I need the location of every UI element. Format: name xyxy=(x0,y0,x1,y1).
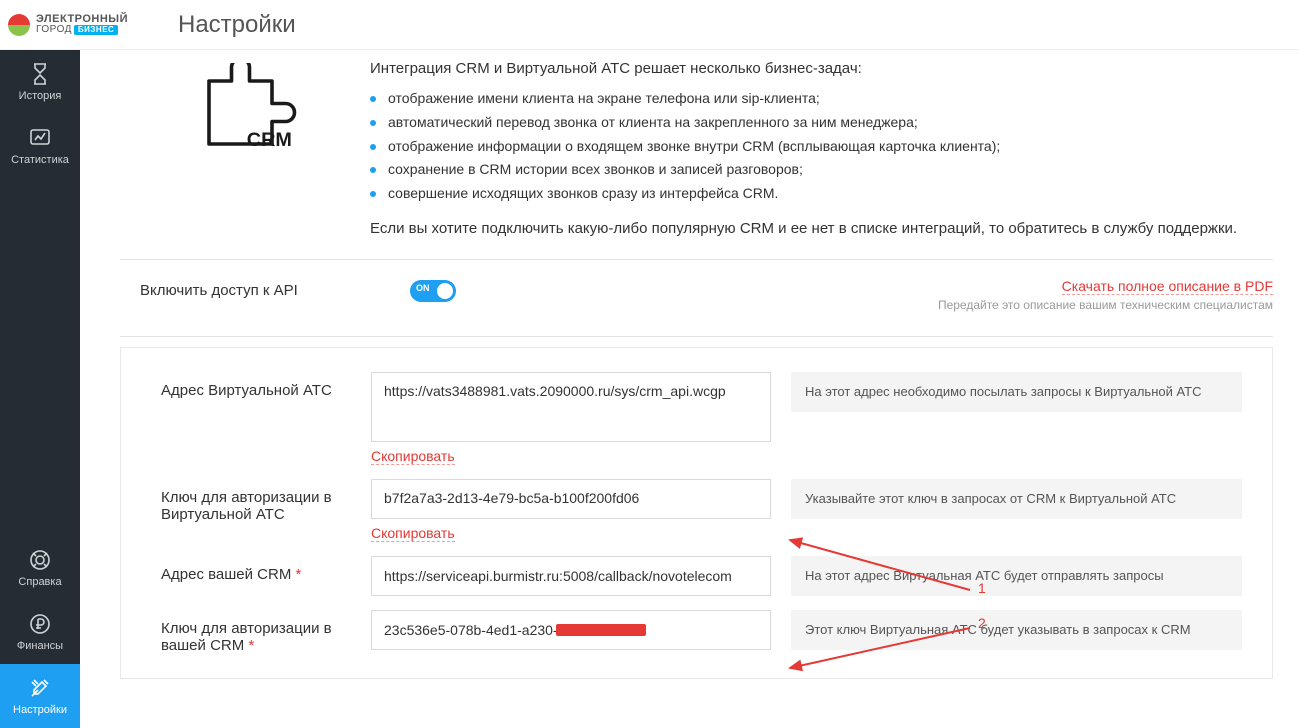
nav-label: Справка xyxy=(18,576,61,588)
field-help: На этот адрес необходимо посылать запрос… xyxy=(791,372,1242,412)
field-label: Ключ для авторизации в Виртуальной АТС xyxy=(161,479,371,523)
api-toggle[interactable]: ON xyxy=(410,280,456,302)
logo-icon xyxy=(8,14,30,36)
divider xyxy=(120,259,1273,260)
tools-icon xyxy=(28,676,52,700)
nav-help[interactable]: Справка xyxy=(0,536,80,600)
annotation-label-1: 1 xyxy=(978,580,986,596)
download-pdf-sub: Передайте это описание вашим техническим… xyxy=(938,298,1273,312)
field-label: Адрес Виртуальной АТС xyxy=(161,372,371,399)
vats-address-field[interactable] xyxy=(371,372,771,442)
divider xyxy=(120,336,1273,337)
field-label: Ключ для авторизации в вашей CRM * xyxy=(161,610,371,654)
nav-settings[interactable]: Настройки xyxy=(0,664,80,728)
field-help: На этот адрес Виртуальная АТС будет отпр… xyxy=(791,556,1242,596)
bullet-item: совершение исходящих звонков сразу из ин… xyxy=(370,182,1273,206)
chart-icon xyxy=(28,126,52,150)
intro-tail: Если вы хотите подключить какую-либо поп… xyxy=(370,220,1273,237)
bullet-item: автоматический перевод звонка от клиента… xyxy=(370,111,1273,135)
logo-badge: БИЗНЕС xyxy=(74,25,118,35)
intro-bullets: отображение имени клиента на экране теле… xyxy=(370,87,1273,206)
download-pdf-link[interactable]: Скачать полное описание в PDF xyxy=(1062,278,1273,295)
lifebuoy-icon xyxy=(28,548,52,572)
top-header: ЭЛЕКТРОННЫЙ ГОРОДБИЗНЕС Настройки xyxy=(0,0,1299,50)
nav-label: Настройки xyxy=(13,704,67,716)
nav-stats[interactable]: Статистика xyxy=(0,114,80,178)
ruble-icon xyxy=(28,612,52,636)
toggle-on-text: ON xyxy=(416,283,430,293)
redaction-mark xyxy=(556,624,646,636)
nav-history[interactable]: История xyxy=(0,50,80,114)
hourglass-icon xyxy=(28,62,52,86)
svg-text:CRM: CRM xyxy=(247,128,292,150)
field-help: Этот ключ Виртуальная АТС будет указыват… xyxy=(791,610,1242,650)
nav-label: Финансы xyxy=(17,640,63,652)
main-content: CRM Интеграция CRM и Виртуальной АТС реш… xyxy=(80,50,1299,728)
row-vats-address: Адрес Виртуальной АТС Скопировать На это… xyxy=(161,372,1242,465)
bullet-item: сохранение в CRM истории всех звонков и … xyxy=(370,158,1273,182)
copy-link[interactable]: Скопировать xyxy=(371,525,455,542)
brand-logo[interactable]: ЭЛЕКТРОННЫЙ ГОРОДБИЗНЕС xyxy=(8,14,158,36)
nav-label: История xyxy=(19,90,62,102)
api-toggle-label: Включить доступ к API xyxy=(140,278,370,299)
field-help: Указывайте этот ключ в запросах от CRM к… xyxy=(791,479,1242,519)
logo-text: ЭЛЕКТРОННЫЙ ГОРОДБИЗНЕС xyxy=(36,14,128,35)
row-vats-key: Ключ для авторизации в Виртуальной АТС С… xyxy=(161,479,1242,542)
api-form: Адрес Виртуальной АТС Скопировать На это… xyxy=(120,347,1273,679)
nav-label: Статистика xyxy=(11,154,69,166)
nav-finance[interactable]: Финансы xyxy=(0,600,80,664)
crm-illustration: CRM xyxy=(180,60,310,155)
left-nav: История Статистика Справка Финансы Нас xyxy=(0,50,80,728)
vats-key-field[interactable] xyxy=(371,479,771,519)
page-title: Настройки xyxy=(178,11,296,39)
row-crm-key: Ключ для авторизации в вашей CRM * Этот … xyxy=(161,610,1242,654)
field-label: Адрес вашей CRM * xyxy=(161,556,371,583)
intro-lead: Интеграция CRM и Виртуальной АТС решает … xyxy=(370,60,1273,77)
bullet-item: отображение имени клиента на экране теле… xyxy=(370,87,1273,111)
crm-address-input[interactable] xyxy=(371,556,771,596)
bullet-item: отображение информации о входящем звонке… xyxy=(370,135,1273,159)
copy-link[interactable]: Скопировать xyxy=(371,448,455,465)
row-crm-address: Адрес вашей CRM * На этот адрес Виртуаль… xyxy=(161,556,1242,596)
annotation-label-2: 2 xyxy=(978,615,986,631)
